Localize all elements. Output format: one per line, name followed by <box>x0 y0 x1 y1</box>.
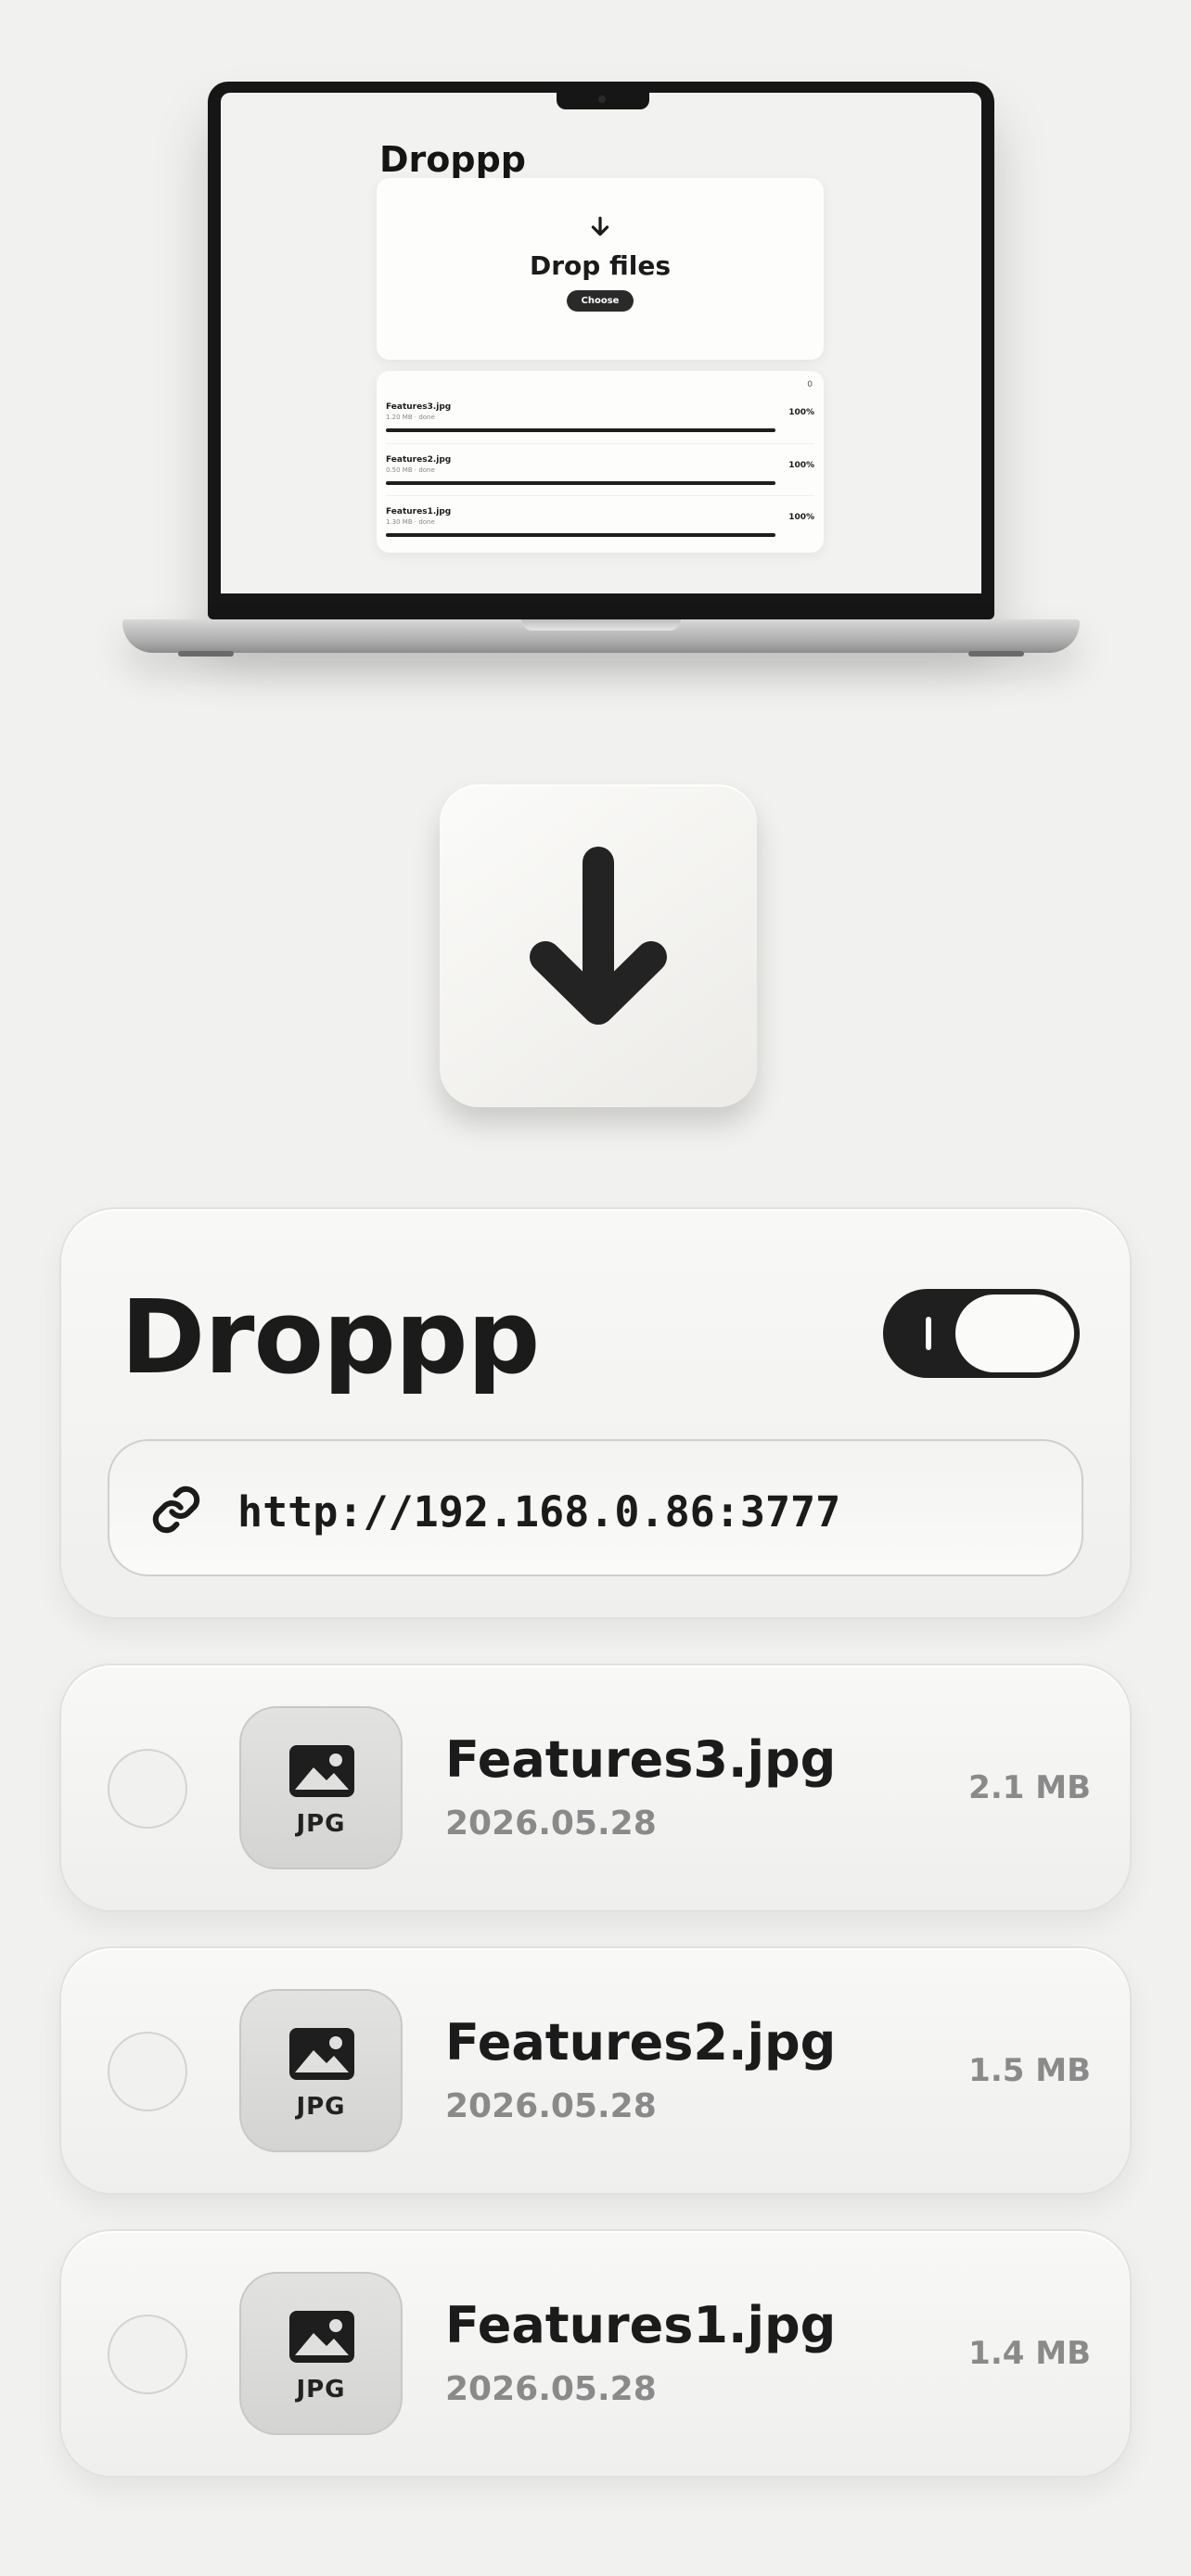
server-widget: Droppp http://192.168.0.86:3777 <box>59 1207 1132 1619</box>
image-icon <box>289 2311 354 2363</box>
file-row[interactable]: JPG Features3.jpg 2026.05.28 2.1 MB <box>59 1664 1132 1912</box>
mockup-upload-row: Features3.jpg 1.20 MB · done 100% <box>386 391 814 443</box>
toggle-on-mark <box>926 1317 931 1350</box>
laptop-lid: Droppp Drop files Choose 0 Features3.jpg… <box>208 82 994 619</box>
mockup-file-percent: 100% <box>788 408 814 417</box>
mockup-file-count: 0 <box>807 380 813 389</box>
file-name: Features2.jpg <box>445 2013 837 2072</box>
mockup-file-percent: 100% <box>788 513 814 522</box>
toggle-knob <box>955 1294 1074 1372</box>
mockup-file-name: Features1.jpg <box>386 507 452 516</box>
mockup-progress-bar <box>386 428 775 432</box>
download-arrow-icon <box>591 216 609 236</box>
laptop-base <box>122 619 1080 657</box>
mockup-choose-button[interactable]: Choose <box>566 290 634 312</box>
server-url-field[interactable]: http://192.168.0.86:3777 <box>108 1439 1083 1576</box>
file-thumbnail: JPG <box>239 1706 403 1869</box>
server-url-text: http://192.168.0.86:3777 <box>237 1487 841 1537</box>
image-icon <box>289 2028 354 2080</box>
file-size: 2.1 MB <box>968 1769 1091 1806</box>
image-icon <box>289 1745 354 1797</box>
mockup-app-title: Droppp <box>379 139 526 180</box>
mockup-file-percent: 100% <box>788 461 814 470</box>
camera-notch <box>557 91 649 109</box>
mockup-file-meta: 1.30 MB · done <box>386 518 435 526</box>
laptop-screen: Droppp Drop files Choose 0 Features3.jpg… <box>221 93 981 593</box>
laptop-mockup: Droppp Drop files Choose 0 Features3.jpg… <box>0 0 1191 705</box>
mockup-file-meta: 1.20 MB · done <box>386 414 435 421</box>
mockup-upload-row: Features1.jpg 1.30 MB · done 100% <box>386 495 814 547</box>
file-type-label: JPG <box>296 2093 346 2121</box>
file-row[interactable]: JPG Features2.jpg 2026.05.28 1.5 MB <box>59 1946 1132 2195</box>
select-checkbox[interactable] <box>108 2032 187 2111</box>
file-date: 2026.05.28 <box>445 2370 657 2408</box>
mockup-upload-row: Features2.jpg 0.50 MB · done 100% <box>386 443 814 495</box>
file-date: 2026.05.28 <box>445 2087 657 2125</box>
file-size: 1.4 MB <box>968 2335 1091 2372</box>
app-icon[interactable] <box>440 784 757 1107</box>
mockup-progress-bar <box>386 481 775 485</box>
file-name: Features3.jpg <box>445 1730 837 1789</box>
file-thumbnail: JPG <box>239 2272 403 2435</box>
mockup-file-name: Features3.jpg <box>386 402 452 412</box>
link-icon <box>152 1486 200 1534</box>
download-arrow-icon <box>530 847 667 1025</box>
file-name: Features1.jpg <box>445 2296 837 2354</box>
mockup-progress-bar <box>386 533 775 537</box>
file-type-label: JPG <box>296 2376 346 2404</box>
file-row[interactable]: JPG Features1.jpg 2026.05.28 1.4 MB <box>59 2229 1132 2478</box>
file-thumbnail: JPG <box>239 1989 403 2152</box>
file-type-label: JPG <box>296 1810 346 1838</box>
mockup-drop-title: Drop files <box>529 250 672 281</box>
server-toggle[interactable] <box>883 1289 1080 1378</box>
mockup-drop-zone[interactable]: Drop files Choose <box>377 178 824 360</box>
file-date: 2026.05.28 <box>445 1804 657 1843</box>
app-title: Droppp <box>121 1278 540 1396</box>
mockup-file-meta: 0.50 MB · done <box>386 466 435 474</box>
mockup-file-name: Features2.jpg <box>386 455 452 465</box>
select-checkbox[interactable] <box>108 1749 187 1829</box>
file-size: 1.5 MB <box>968 2052 1091 2089</box>
mockup-upload-list: 0 Features3.jpg 1.20 MB · done 100% Feat… <box>377 371 824 553</box>
select-checkbox[interactable] <box>108 2315 187 2394</box>
